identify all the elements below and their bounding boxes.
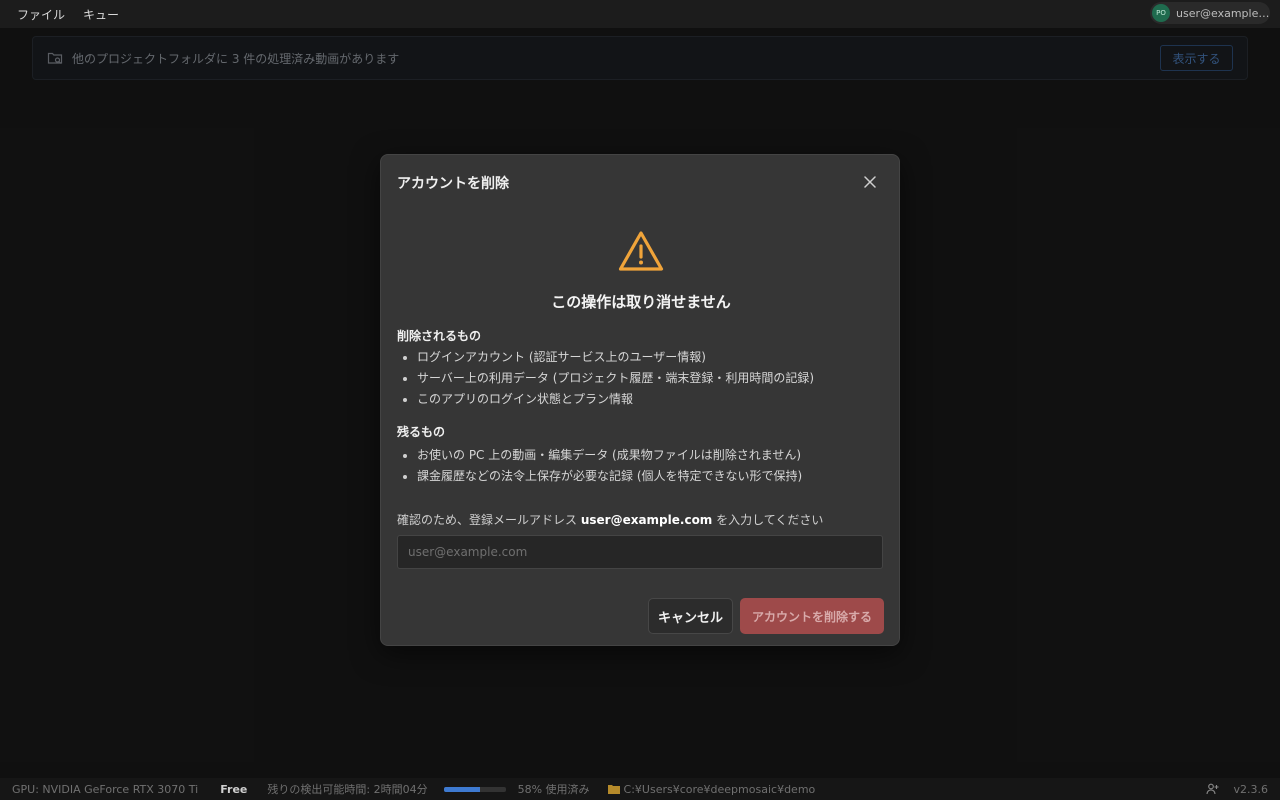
usage-progress-fill <box>443 786 480 792</box>
confirm-email: user@example.com <box>580 513 713 527</box>
plan-badge: Free <box>220 782 248 796</box>
remaining-time: 残りの検出可能時間: 2時間04分 <box>267 783 428 796</box>
delete-account-dialog: アカウントを削除 この操作は取り消せません 削除されるもの ログインアカウント … <box>380 154 900 646</box>
list-item: このアプリのログイン状態とプラン情報 <box>401 389 814 410</box>
menu-file[interactable]: ファイル <box>0 6 74 23</box>
folder-path: C:¥Users¥core¥deepmosaic¥demo <box>623 782 816 796</box>
status-bar: GPU: NVIDIA GeForce RTX 3070 Ti Free 残りの… <box>0 778 1280 800</box>
kept-section-title: 残るもの <box>397 425 446 439</box>
user-settings-icon[interactable] <box>1205 783 1220 795</box>
menu-queue[interactable]: キュー <box>74 6 128 23</box>
cancel-button[interactable]: キャンセル <box>648 598 733 634</box>
status-right: v2.3.6 <box>1205 778 1269 800</box>
warning-icon <box>618 231 664 271</box>
project-folder[interactable]: C:¥Users¥core¥deepmosaic¥demo <box>607 782 816 796</box>
confirm-prefix: 確認のため、登録メールアドレス <box>397 513 581 527</box>
deleted-items-list: ログインアカウント (認証サービス上のユーザー情報) サーバー上の利用データ (… <box>401 347 814 410</box>
list-item: お使いの PC 上の動画・編集データ (成果物ファイルは削除されません) <box>401 445 802 466</box>
menu-bar: ファイル キュー PO user@example.com <box>0 0 1280 28</box>
confirm-suffix: を入力してください <box>712 513 824 527</box>
deleted-section-title: 削除されるもの <box>397 329 482 343</box>
close-icon[interactable] <box>861 173 879 191</box>
usage-label: 58% 使用済み <box>517 783 590 796</box>
folder-icon <box>607 785 620 794</box>
app-version: v2.3.6 <box>1233 782 1269 796</box>
dialog-title: アカウントを削除 <box>397 176 509 192</box>
list-item: 課金履歴などの法令上保存が必要な記録 (個人を特定できない形で保持) <box>401 466 802 487</box>
user-account-chip[interactable]: PO user@example.com <box>1150 2 1270 24</box>
warning-heading: この操作は取り消せません <box>551 293 731 311</box>
list-item: ログインアカウント (認証サービス上のユーザー情報) <box>401 347 814 368</box>
list-item: サーバー上の利用データ (プロジェクト履歴・端末登録・利用時間の記録) <box>401 368 814 389</box>
confirm-instruction: 確認のため、登録メールアドレス user@example.com を入力してくだ… <box>397 511 823 528</box>
gpu-info: GPU: NVIDIA GeForce RTX 3070 Ti <box>12 782 199 796</box>
usage-progress-bar <box>443 786 506 792</box>
delete-account-button[interactable]: アカウントを削除する <box>740 598 884 634</box>
user-email: user@example.com <box>1176 6 1270 20</box>
avatar: PO <box>1152 4 1170 22</box>
confirm-email-input[interactable] <box>397 535 883 569</box>
kept-items-list: お使いの PC 上の動画・編集データ (成果物ファイルは削除されません) 課金履… <box>401 445 802 487</box>
